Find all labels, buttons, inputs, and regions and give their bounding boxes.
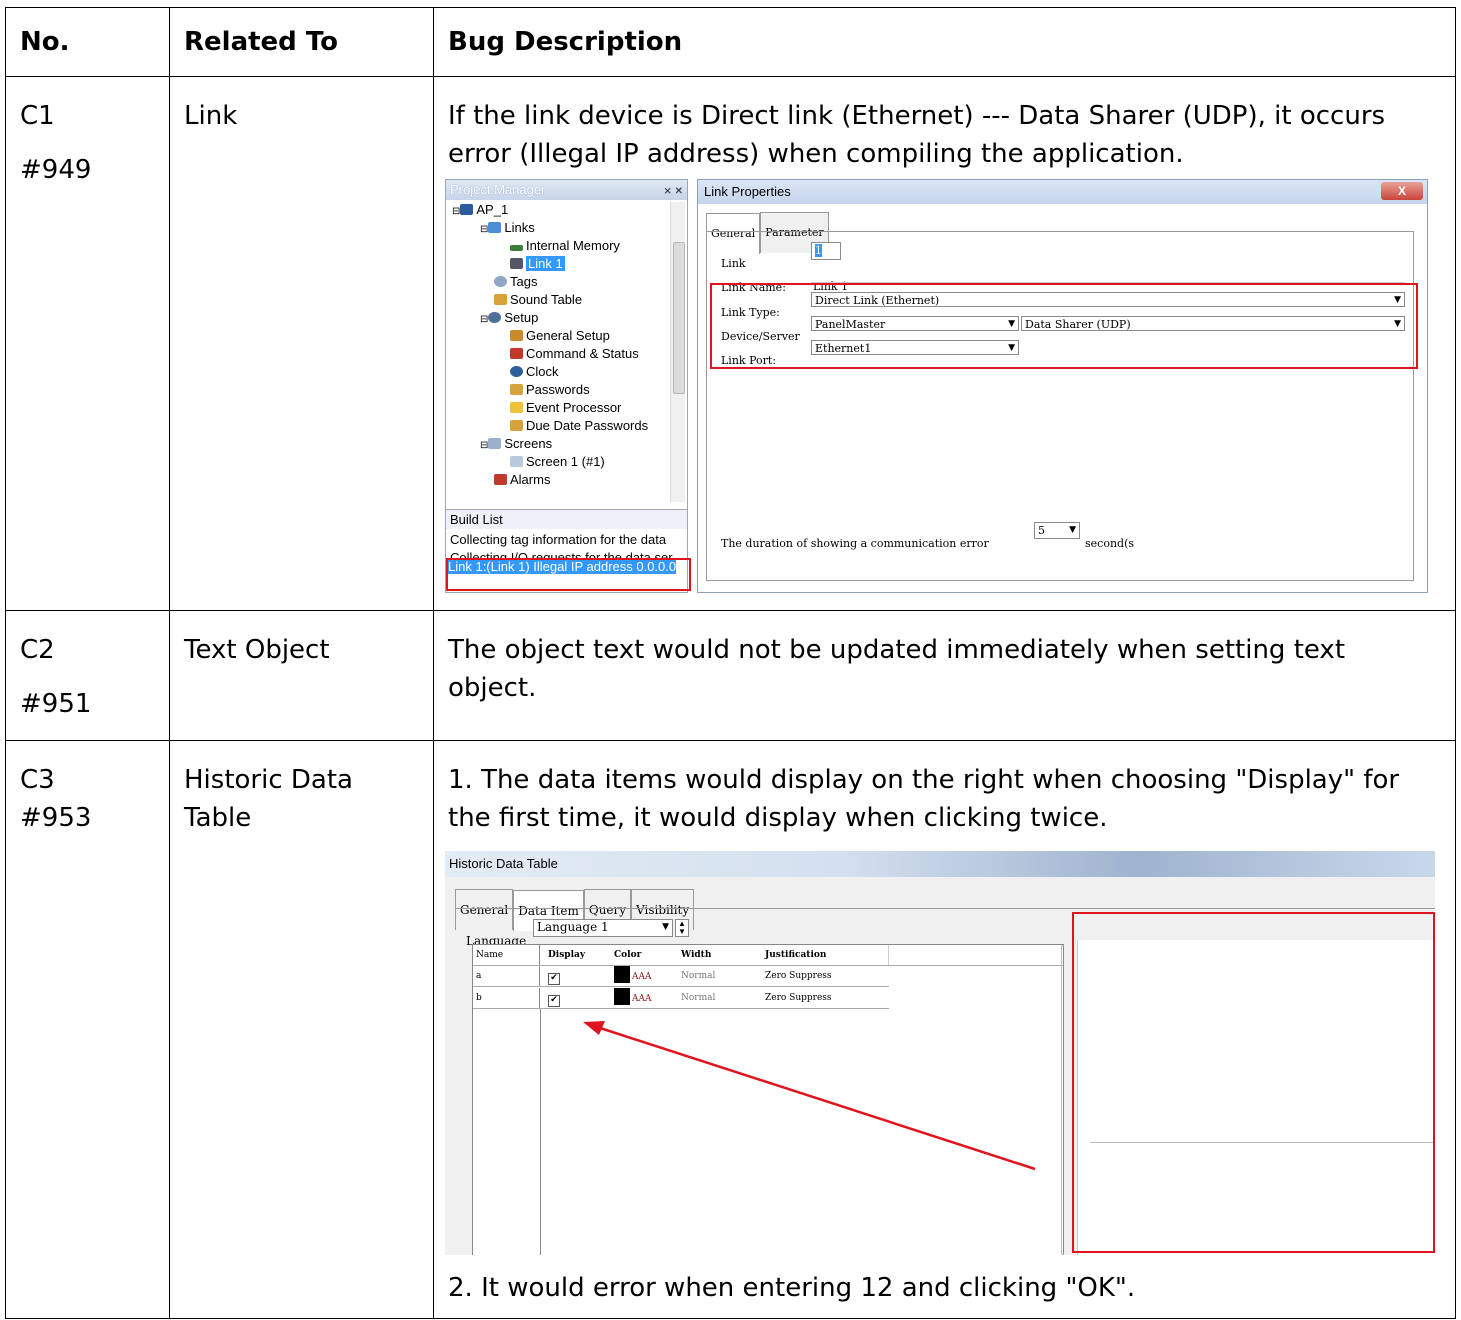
collapse-icon[interactable]: ⊟ — [480, 224, 488, 235]
setup-icon — [488, 312, 502, 323]
table-row: C3 #953 Historic Data Table 1. The data … — [5, 740, 1456, 1319]
close-button[interactable]: X — [1381, 182, 1423, 200]
related-to: Text Object — [184, 635, 330, 665]
computer-icon — [460, 204, 474, 215]
bug-no: C2 — [20, 635, 55, 665]
tree-node[interactable]: Event Processor — [510, 399, 621, 417]
screenshot-historic-data-table: Historic Data Table General Data Item Quer… — [445, 851, 1435, 1255]
collapse-icon[interactable]: ⊟ — [452, 206, 460, 217]
tree-node[interactable]: ⊟ Setup — [480, 309, 538, 327]
tree-node[interactable]: Command & Status — [510, 345, 639, 363]
links-icon — [488, 222, 502, 233]
link-number-input[interactable]: 1 — [811, 242, 841, 260]
bug-description: If the link device is Direct link (Ether… — [448, 101, 1386, 169]
tree-node[interactable]: ⊟ Links — [480, 219, 535, 237]
tree-node[interactable]: ⊟ AP_1 — [452, 201, 508, 219]
scroll-thumb[interactable] — [673, 242, 685, 394]
tree-node[interactable]: Alarms — [494, 471, 550, 489]
build-list-title: Build List — [446, 509, 687, 529]
build-message: Collecting tag information for the data — [450, 532, 667, 547]
related-to: Historic Data Table — [184, 765, 353, 833]
bug-description: 1. The data items would display on the r… — [448, 765, 1400, 833]
link-properties-dialog: Link Properties X General Parameter Link 1… — [697, 179, 1428, 593]
dropdown-arrow-icon: ▼ — [1069, 525, 1076, 535]
tree-node[interactable]: Sound Table — [494, 291, 582, 309]
tree-node[interactable]: Screen 1 (#1) — [510, 453, 605, 471]
related-to: Link — [184, 101, 238, 131]
collapse-icon[interactable]: ⊟ — [480, 314, 488, 325]
screens-icon — [488, 438, 502, 449]
sound-icon — [494, 294, 507, 305]
clock-icon — [510, 366, 523, 377]
collapse-icon[interactable]: ⊟ — [480, 440, 488, 451]
cell-desc: The object text would not be updated imm… — [433, 610, 1456, 741]
bug-id: #953 — [20, 803, 92, 833]
alarm-icon — [494, 474, 507, 485]
project-manager-title: Project Manager ⨯ ✕ — [446, 180, 687, 200]
link-icon — [510, 258, 523, 269]
cell-no: C3 #953 — [5, 740, 170, 1319]
tree-node[interactable]: General Setup — [510, 327, 610, 345]
bug-table: No. Related To Bug Description C1 #949 L… — [5, 7, 1456, 1319]
project-tree: ⊟ AP_1 ⊟ Links Internal Memory Link 1 Tags… — [446, 200, 672, 510]
project-manager-panel: Project Manager ⨯ ✕ ⊟ AP_1 ⊟ Links Internal… — [445, 179, 688, 593]
highlight-box — [446, 558, 691, 591]
screenshot-link-properties: Project Manager ⨯ ✕ ⊟ AP_1 ⊟ Links Internal… — [445, 179, 1428, 593]
header-desc: Bug Description — [433, 7, 1456, 77]
tree-node[interactable]: Link 1 — [510, 255, 565, 273]
tree-node[interactable]: Tags — [494, 273, 537, 291]
cell-desc: If the link device is Direct link (Ether… — [433, 76, 1456, 611]
cell-no: C1 #949 — [5, 76, 170, 611]
tree-scrollbar[interactable] — [670, 202, 685, 502]
bug-id: #951 — [20, 689, 92, 719]
tree-node[interactable]: ⊟ Screens — [480, 435, 552, 453]
cell-related: Historic Data Table — [169, 740, 434, 1319]
cell-no: C2 #951 — [5, 610, 170, 741]
due-date-icon — [510, 420, 523, 431]
bug-no: C3 — [20, 765, 55, 795]
tags-icon — [494, 276, 507, 287]
tree-node[interactable]: Passwords — [510, 381, 590, 399]
tree-node[interactable]: Due Date Passwords — [510, 417, 648, 435]
dialog-title: Link Properties X — [698, 180, 1427, 204]
event-icon — [510, 402, 523, 413]
command-icon — [510, 348, 523, 359]
header-related: Related To — [169, 7, 434, 77]
bug-description: The object text would not be updated imm… — [448, 635, 1346, 703]
cell-desc: 1. The data items would display on the r… — [433, 740, 1456, 1319]
password-icon — [510, 384, 523, 395]
red-arrow-annotation — [583, 1021, 1036, 1171]
general-setup-icon — [510, 330, 523, 341]
screen-icon — [510, 456, 523, 467]
memory-icon — [510, 245, 523, 251]
table-row: C2 #951 Text Object The object text woul… — [5, 610, 1456, 741]
bug-description-2: 2. It would error when entering 12 and c… — [448, 1273, 1136, 1303]
bug-no: C1 — [20, 101, 55, 131]
table-header-row: No. Related To Bug Description — [5, 7, 1456, 77]
table-row: C1 #949 Link If the link device is Direc… — [5, 76, 1456, 611]
duration-label: The duration of showing a communication … — [721, 537, 989, 550]
bug-id: #949 — [20, 155, 92, 185]
duration-select[interactable]: 5 ▼ — [1034, 522, 1080, 539]
pin-close-icon[interactable]: ⨯ ✕ — [663, 182, 683, 202]
cell-related: Link — [169, 76, 434, 611]
header-no: No. — [5, 7, 170, 77]
highlight-box — [710, 283, 1418, 369]
cell-related: Text Object — [169, 610, 434, 741]
tree-node[interactable]: Internal Memory — [510, 237, 620, 255]
tree-node[interactable]: Clock — [510, 363, 559, 381]
duration-unit: second(s — [1085, 537, 1135, 550]
